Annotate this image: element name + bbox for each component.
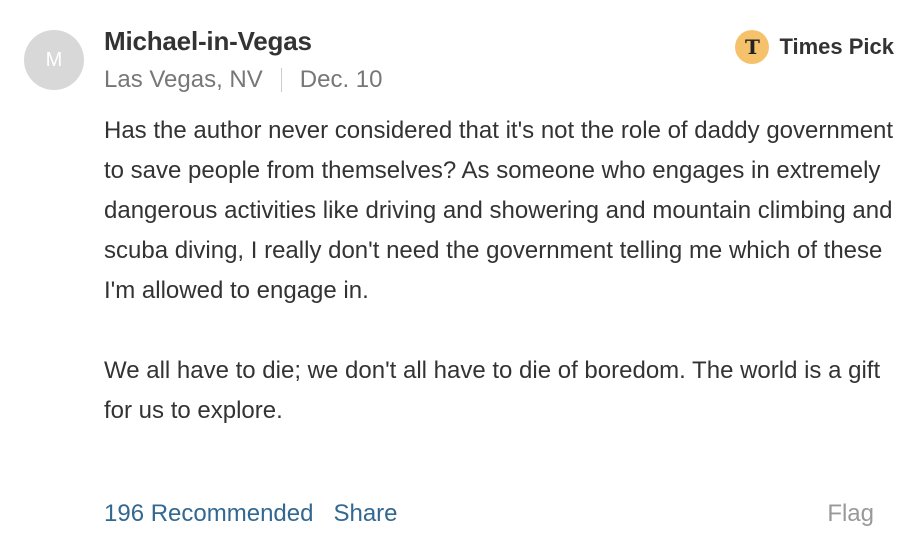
comment-body: Has the author never considered that it'… [104,111,894,431]
author-name[interactable]: Michael-in-Vegas [104,26,312,57]
share-button[interactable]: Share [333,500,397,528]
comment-meta: Las Vegas, NV Dec. 10 [104,66,382,94]
nyt-t-logo-icon: T [735,30,770,64]
comment-paragraph: Has the author never considered that it'… [104,117,894,304]
comment-card: M Michael-in-Vegas Las Vegas, NV Dec. 10… [0,0,924,550]
recommend-button[interactable]: 196 Recommended [104,500,313,528]
comment-actions: 196 Recommended Share [104,500,398,528]
times-pick-badge: T Times Pick [735,30,894,64]
meta-divider [280,68,282,92]
comment-paragraph: We all have to die; we don't all have to… [104,357,881,424]
comment-date: Dec. 10 [299,66,383,93]
avatar[interactable]: M [24,30,84,90]
times-pick-label: Times Pick [779,34,894,59]
flag-button[interactable]: Flag [827,500,874,528]
author-location: Las Vegas, NV [104,66,263,93]
